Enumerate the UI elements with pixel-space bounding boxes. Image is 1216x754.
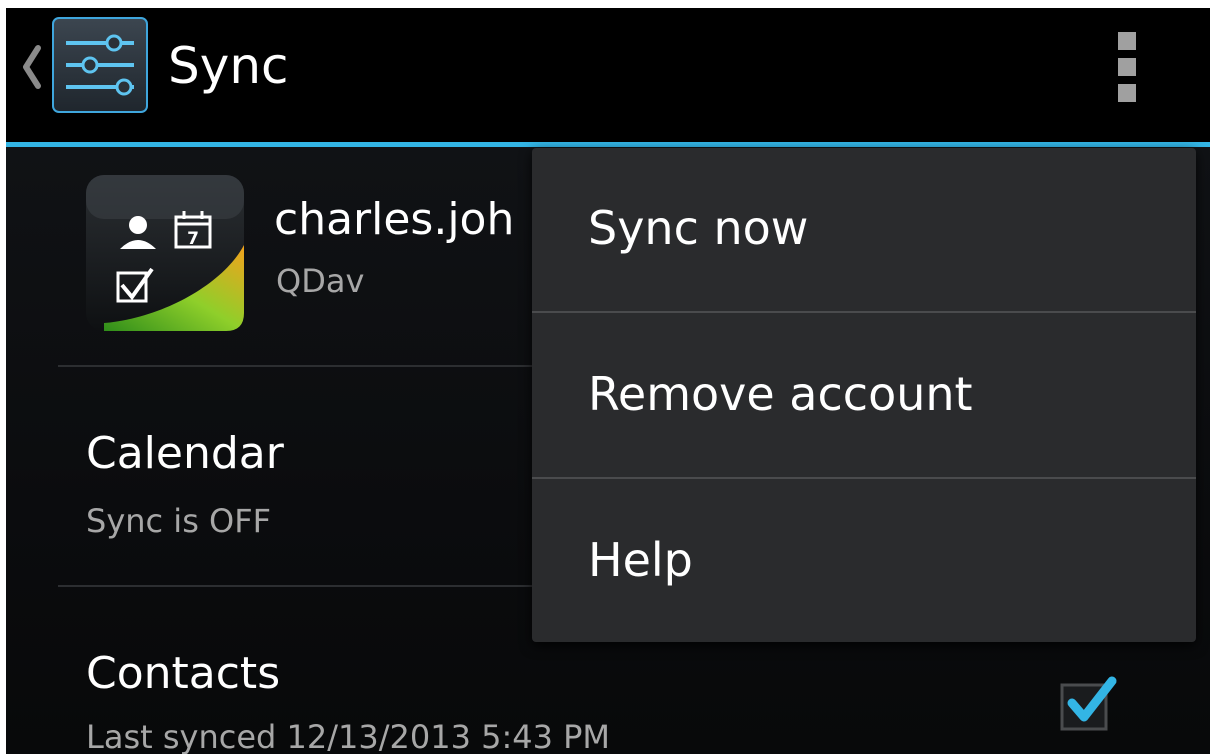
chevron-left-icon[interactable] <box>16 42 46 92</box>
account-name: charles.joh <box>274 194 515 245</box>
sync-item-calendar-summary: Sync is OFF <box>86 502 272 540</box>
menu-item-help[interactable]: Help <box>532 480 1196 644</box>
action-bar: Sync <box>6 8 1210 142</box>
sync-item-calendar-title[interactable]: Calendar <box>86 427 284 481</box>
settings-sliders-icon[interactable] <box>52 17 148 113</box>
account-type: QDav <box>276 262 365 300</box>
menu-item-label: Sync now <box>588 201 809 255</box>
menu-divider <box>532 477 1196 479</box>
sync-item-contacts-summary: Last synced 12/13/2013 5:43 PM <box>86 718 611 754</box>
qdav-account-icon: 7 <box>84 173 248 333</box>
menu-divider <box>532 311 1196 313</box>
overflow-popup-menu: Sync now Remove account Help <box>532 148 1196 642</box>
overflow-menu-icon[interactable] <box>1114 30 1142 104</box>
menu-item-sync-now[interactable]: Sync now <box>532 148 1196 312</box>
page-title: Sync <box>168 37 289 95</box>
menu-item-label: Remove account <box>588 367 973 421</box>
sync-item-contacts-title[interactable]: Contacts <box>86 647 280 701</box>
menu-item-label: Help <box>588 533 693 587</box>
svg-text:7: 7 <box>187 229 199 249</box>
contacts-sync-checkbox[interactable] <box>1052 665 1122 735</box>
sync-settings-screen: Sync 7 charles.joh QDav Calendar Sync is… <box>6 8 1210 754</box>
menu-item-remove-account[interactable]: Remove account <box>532 314 1196 478</box>
